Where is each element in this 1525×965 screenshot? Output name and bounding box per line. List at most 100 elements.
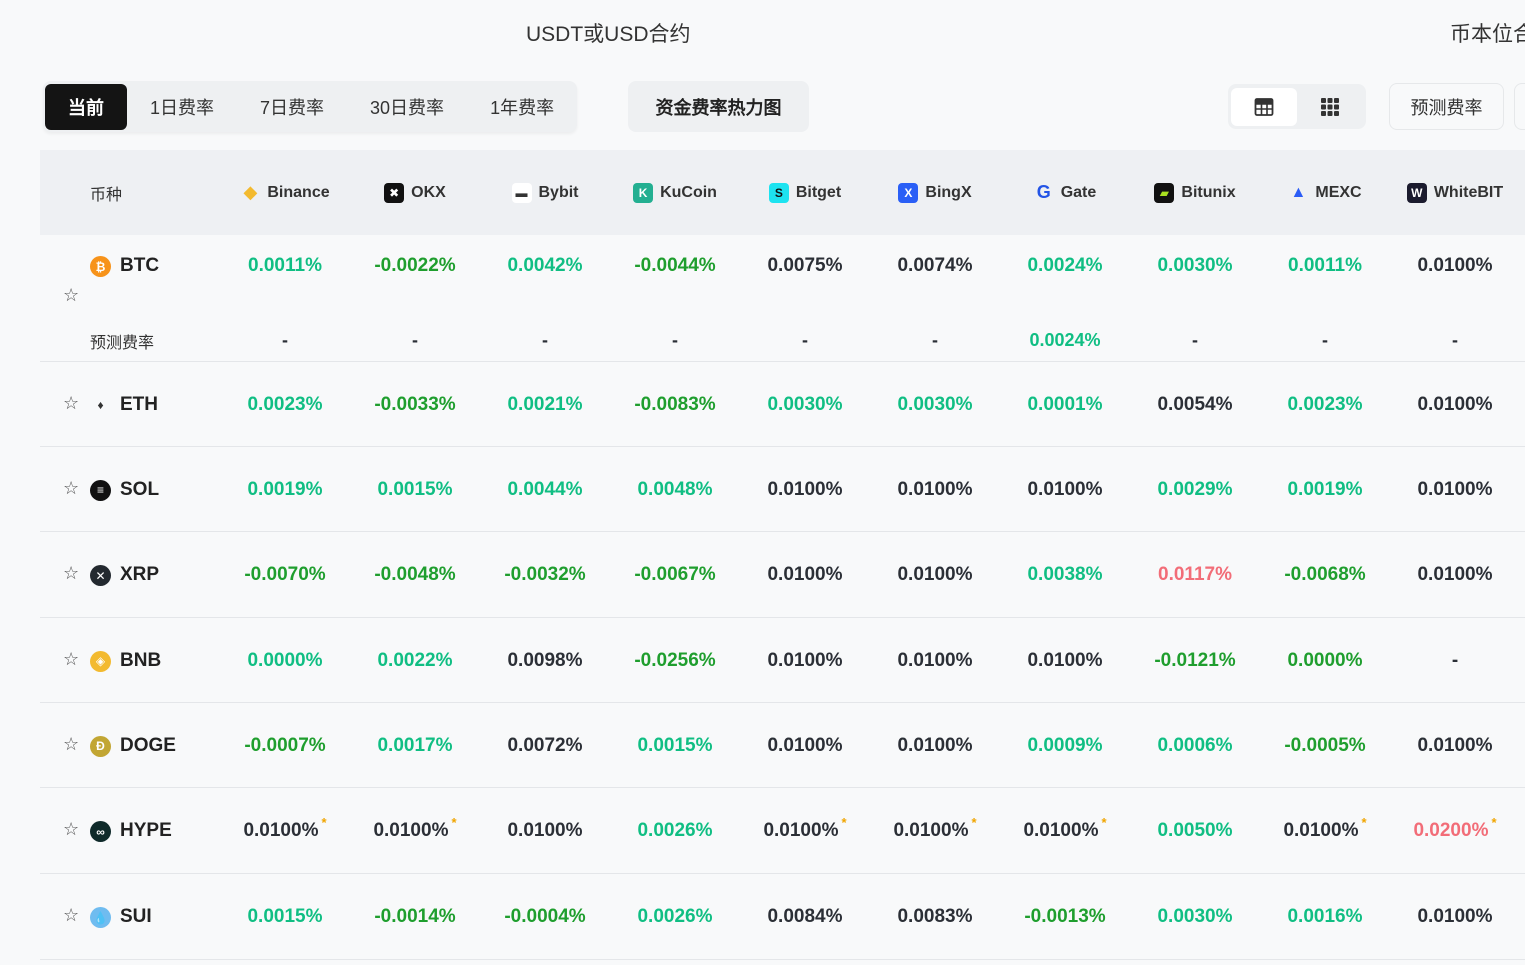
coin-name[interactable]: SOL <box>120 479 159 501</box>
tab-1d[interactable]: 1日费率 <box>127 84 237 130</box>
favorite-star-icon[interactable]: ☆ <box>63 734 79 755</box>
rate-cell[interactable]: -0.0032% <box>480 532 610 618</box>
predicted-rate-cell[interactable]: - <box>220 325 350 355</box>
rate-cell[interactable]: 0.0017% <box>350 703 480 788</box>
rate-cell[interactable]: 0.0100% * <box>1000 788 1130 874</box>
rate-cell[interactable]: -0.0007% <box>220 703 350 788</box>
exchange-header-bitget[interactable]: S Bitget <box>740 182 870 203</box>
rate-cell[interactable]: 0.0072% <box>480 703 610 788</box>
rate-cell[interactable]: 0.0026% <box>610 874 740 960</box>
rate-cell[interactable]: 0.0030% <box>1130 235 1260 297</box>
rate-cell[interactable]: 0.0001% <box>1000 362 1130 447</box>
rate-cell[interactable]: 0.0044% <box>480 447 610 532</box>
exchange-header-kucoin[interactable]: K KuCoin <box>610 182 740 203</box>
rate-cell[interactable]: 0.0048% <box>610 447 740 532</box>
rate-cell[interactable]: -0.0022% <box>350 235 480 297</box>
rate-cell[interactable]: -0.0067% <box>610 532 740 618</box>
coin-name[interactable]: SUI <box>120 906 152 928</box>
rate-cell[interactable]: -0.0048% <box>350 532 480 618</box>
rate-cell[interactable]: 0.0100% <box>870 618 1000 703</box>
coin-name[interactable]: BTC <box>120 255 159 277</box>
rate-cell[interactable]: -0.0070% <box>220 532 350 618</box>
favorite-star-icon[interactable]: ☆ <box>63 649 79 670</box>
predicted-rate-cell[interactable]: - <box>1260 325 1390 355</box>
rate-cell[interactable]: 0.0100% <box>480 788 610 874</box>
rate-cell[interactable]: 0.0000% <box>220 618 350 703</box>
rate-cell[interactable]: 0.0100% <box>1390 874 1520 960</box>
rate-cell[interactable]: 0.0100% * <box>740 788 870 874</box>
rate-cell[interactable]: -0.0033% <box>350 362 480 447</box>
predicted-rate-cell[interactable]: - <box>1130 325 1260 355</box>
rate-cell[interactable]: 0.0100% <box>870 447 1000 532</box>
rate-cell[interactable]: 0.0030% <box>1130 874 1260 960</box>
exchange-header-gate[interactable]: G Gate <box>1000 182 1130 203</box>
rate-cell[interactable]: 0.0200% * <box>1390 788 1520 874</box>
exchange-header-binance[interactable]: ◆ Binance <box>220 182 350 203</box>
coin-name[interactable]: DOGE <box>120 735 176 757</box>
rate-cell[interactable]: 0.0026% <box>610 788 740 874</box>
favorite-star-icon[interactable]: ☆ <box>63 478 79 499</box>
predicted-rate-cell[interactable]: 0.0024% <box>1000 325 1130 355</box>
rate-cell[interactable]: 0.0100% <box>870 532 1000 618</box>
rate-cell[interactable]: 0.0022% <box>350 618 480 703</box>
predicted-rate-cell[interactable]: - <box>610 325 740 355</box>
tab-1y[interactable]: 1年费率 <box>467 84 577 130</box>
rate-cell[interactable]: -0.0004% <box>480 874 610 960</box>
exchange-header-okx[interactable]: ✖ OKX <box>350 182 480 203</box>
rate-cell[interactable]: 0.0100% <box>1390 362 1520 447</box>
rate-cell[interactable]: 0.0021% <box>480 362 610 447</box>
more-button[interactable] <box>1514 83 1525 130</box>
rate-cell[interactable]: 0.0015% <box>220 874 350 960</box>
favorite-star-icon[interactable]: ☆ <box>63 819 79 840</box>
rate-cell[interactable]: 0.0030% <box>870 362 1000 447</box>
tab-30d[interactable]: 30日费率 <box>347 84 467 130</box>
coin-name[interactable]: XRP <box>120 564 159 586</box>
exchange-header-bitunix[interactable]: ▰ Bitunix <box>1130 182 1260 203</box>
favorite-star-icon[interactable]: ☆ <box>63 285 79 306</box>
rate-cell[interactable]: 0.0083% <box>870 874 1000 960</box>
rate-cell[interactable]: 0.0015% <box>610 703 740 788</box>
rate-cell[interactable]: 0.0075% <box>740 235 870 297</box>
predicted-rate-cell[interactable]: - <box>740 325 870 355</box>
rate-cell[interactable]: 0.0100% <box>1390 447 1520 532</box>
rate-cell[interactable]: 0.0100% * <box>1260 788 1390 874</box>
rate-cell[interactable]: -0.0005% <box>1260 703 1390 788</box>
favorite-star-icon[interactable]: ☆ <box>63 393 79 414</box>
rate-cell[interactable]: 0.0000% <box>1260 618 1390 703</box>
heatmap-button[interactable]: 资金费率热力图 <box>628 81 809 132</box>
rate-cell[interactable]: 0.0074% <box>870 235 1000 297</box>
tab-current[interactable]: 当前 <box>45 83 127 130</box>
rate-cell[interactable]: -0.0044% <box>610 235 740 297</box>
rate-cell[interactable]: - <box>1390 618 1520 703</box>
rate-cell[interactable]: 0.0084% <box>740 874 870 960</box>
rate-cell[interactable]: 0.0100% * <box>220 788 350 874</box>
rate-cell[interactable]: 0.0100% * <box>870 788 1000 874</box>
rate-cell[interactable]: 0.0100% <box>1000 447 1130 532</box>
rate-cell[interactable]: 0.0042% <box>480 235 610 297</box>
predicted-rate-cell[interactable]: - <box>480 325 610 355</box>
rate-cell[interactable]: 0.0016% <box>1260 874 1390 960</box>
rate-cell[interactable]: -0.0068% <box>1260 532 1390 618</box>
rate-cell[interactable]: 0.0011% <box>220 235 350 297</box>
rate-cell[interactable]: 0.0100% <box>1390 235 1520 297</box>
rate-cell[interactable]: 0.0054% <box>1130 362 1260 447</box>
rate-cell[interactable]: 0.0023% <box>1260 362 1390 447</box>
favorite-star-icon[interactable]: ☆ <box>63 905 79 926</box>
grid-view-icon[interactable] <box>1297 88 1363 126</box>
rate-cell[interactable]: 0.0011% <box>1260 235 1390 297</box>
rate-cell[interactable]: 0.0024% <box>1000 235 1130 297</box>
rate-cell[interactable]: 0.0019% <box>220 447 350 532</box>
table-view-icon[interactable] <box>1231 87 1297 126</box>
rate-cell[interactable]: -0.0014% <box>350 874 480 960</box>
rate-cell[interactable]: 0.0117% <box>1130 532 1260 618</box>
rate-cell[interactable]: 0.0100% <box>870 703 1000 788</box>
rate-cell[interactable]: 0.0100% <box>740 703 870 788</box>
exchange-header-mexc[interactable]: ▲ MEXC <box>1260 183 1390 203</box>
predicted-rate-cell[interactable]: - <box>1390 325 1520 355</box>
exchange-header-bybit[interactable]: ▬ Bybit <box>480 182 610 203</box>
rate-cell[interactable]: 0.0006% <box>1130 703 1260 788</box>
rate-cell[interactable]: 0.0009% <box>1000 703 1130 788</box>
coin-name[interactable]: ETH <box>120 394 158 416</box>
rate-cell[interactable]: 0.0038% <box>1000 532 1130 618</box>
rate-cell[interactable]: 0.0015% <box>350 447 480 532</box>
